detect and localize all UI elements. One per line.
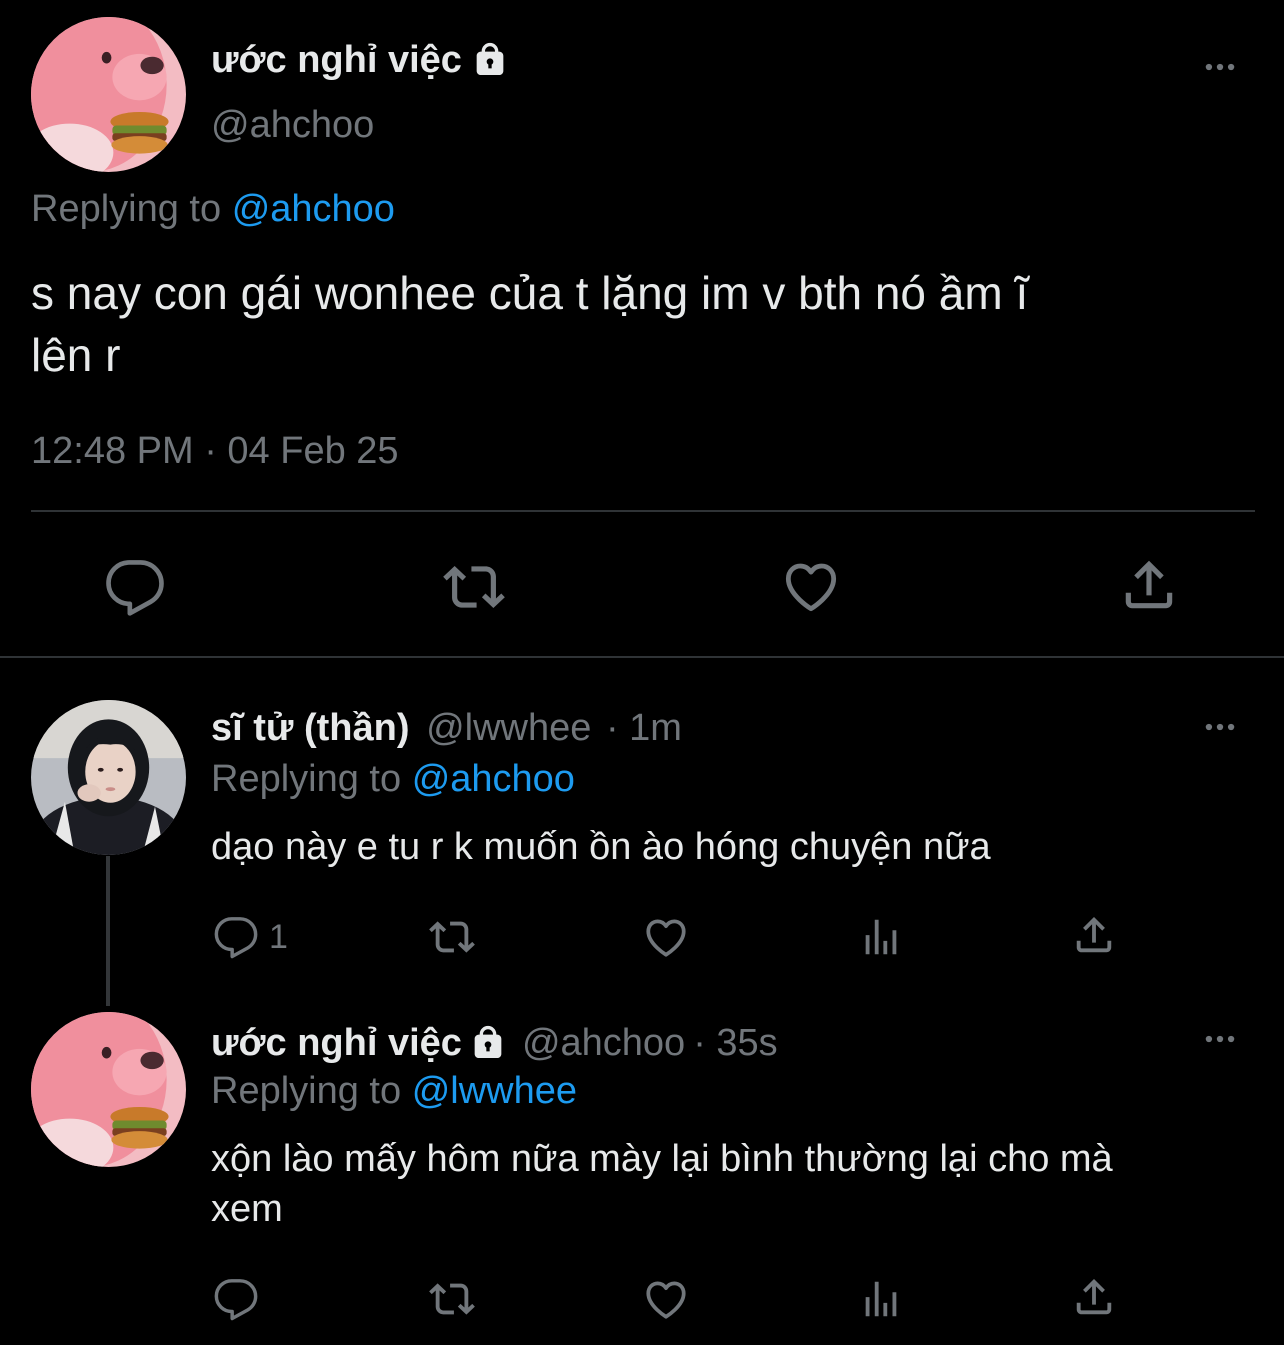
tweet-text-line: xộn lào mấy hôm nữa mày lại bình thường … — [211, 1138, 1113, 1180]
section-divider — [0, 656, 1284, 658]
author-row: ước nghỉ việc @ahchoo · 35s — [211, 1018, 778, 1068]
more-options-icon[interactable] — [1198, 48, 1242, 91]
reply-tweet: sĩ tử (thần) @lwwhee · 1m Replying to @a… — [0, 660, 1284, 1006]
tweet-text: s nay con gái wonhee của t lặng im v bth… — [31, 262, 1028, 386]
girl-photo-avatar-icon — [31, 700, 186, 855]
replying-to-label: Replying to — [31, 188, 222, 230]
more-options-icon[interactable] — [1198, 1020, 1242, 1063]
share-icon[interactable] — [1118, 554, 1180, 616]
share-icon[interactable] — [1071, 912, 1117, 958]
reply-count: 1 — [269, 917, 288, 956]
tweet-text-line: xem — [211, 1188, 283, 1230]
retweet-icon[interactable] — [424, 1276, 480, 1322]
retweet-icon[interactable] — [441, 556, 507, 618]
reply-icon[interactable] — [104, 556, 166, 618]
tweet-text-line: lên r — [31, 329, 121, 381]
handle[interactable]: @ahchoo — [211, 102, 374, 148]
display-name[interactable]: ước nghỉ việc — [211, 39, 462, 82]
avatar[interactable] — [31, 700, 186, 855]
thread-connector-line — [106, 856, 110, 1006]
replying-to: Replying to @ahchoo — [31, 186, 395, 232]
tweet-text: dạo này e tu r k muốn ồn ào hóng chuyện … — [211, 826, 991, 868]
handle[interactable]: @ahchoo — [522, 1022, 685, 1065]
like-icon[interactable] — [779, 554, 843, 618]
relative-time[interactable]: · 1m — [606, 707, 682, 749]
pink-character-avatar-icon — [31, 1012, 186, 1167]
avatar[interactable] — [31, 17, 186, 172]
reply-icon[interactable] — [213, 914, 259, 960]
replying-to-label: Replying to — [211, 758, 402, 800]
avatar[interactable] — [31, 1012, 186, 1167]
main-tweet: ước nghỉ việc @ahchoo Replying to @ahcho… — [0, 0, 1284, 660]
analytics-icon[interactable] — [858, 1276, 904, 1322]
pink-character-avatar-icon — [31, 17, 186, 172]
replying-to-handle-link[interactable]: @ahchoo — [412, 758, 575, 800]
reply-tweet: ước nghỉ việc @ahchoo · 35s Replying to … — [0, 1000, 1284, 1345]
replying-to-handle-link[interactable]: @lwwhee — [412, 1070, 577, 1112]
lock-icon — [468, 1023, 508, 1063]
tweet-text: xộn lào mấy hôm nữa mày lại bình thường … — [211, 1134, 1113, 1234]
reply-action[interactable]: 1 — [213, 914, 288, 960]
share-icon[interactable] — [1071, 1274, 1117, 1320]
like-icon[interactable] — [640, 1274, 692, 1324]
replying-to: Replying to @lwwhee — [211, 1068, 577, 1114]
tweet-text-line: s nay con gái wonhee của t lặng im v bth… — [31, 267, 1029, 319]
author-row: sĩ tử (thần) @lwwhee · 1m — [211, 704, 682, 752]
author-row: ước nghỉ việc — [211, 34, 510, 86]
lock-icon — [470, 40, 510, 80]
like-icon[interactable] — [640, 912, 692, 962]
display-name[interactable]: ước nghỉ việc — [211, 1022, 462, 1065]
reply-icon[interactable] — [213, 1276, 259, 1322]
replying-to-handle-link[interactable]: @ahchoo — [232, 188, 395, 230]
handle[interactable]: @lwwhee — [426, 707, 591, 749]
divider — [31, 510, 1255, 512]
display-name[interactable]: sĩ tử (thần) — [211, 707, 410, 749]
more-options-icon[interactable] — [1198, 708, 1242, 751]
replying-to: Replying to @ahchoo — [211, 756, 575, 802]
relative-time[interactable]: · 35s — [693, 1022, 777, 1065]
replying-to-label: Replying to — [211, 1070, 402, 1112]
analytics-icon[interactable] — [858, 914, 904, 960]
timestamp[interactable]: 12:48 PM · 04 Feb 25 — [31, 428, 399, 474]
retweet-icon[interactable] — [424, 914, 480, 960]
